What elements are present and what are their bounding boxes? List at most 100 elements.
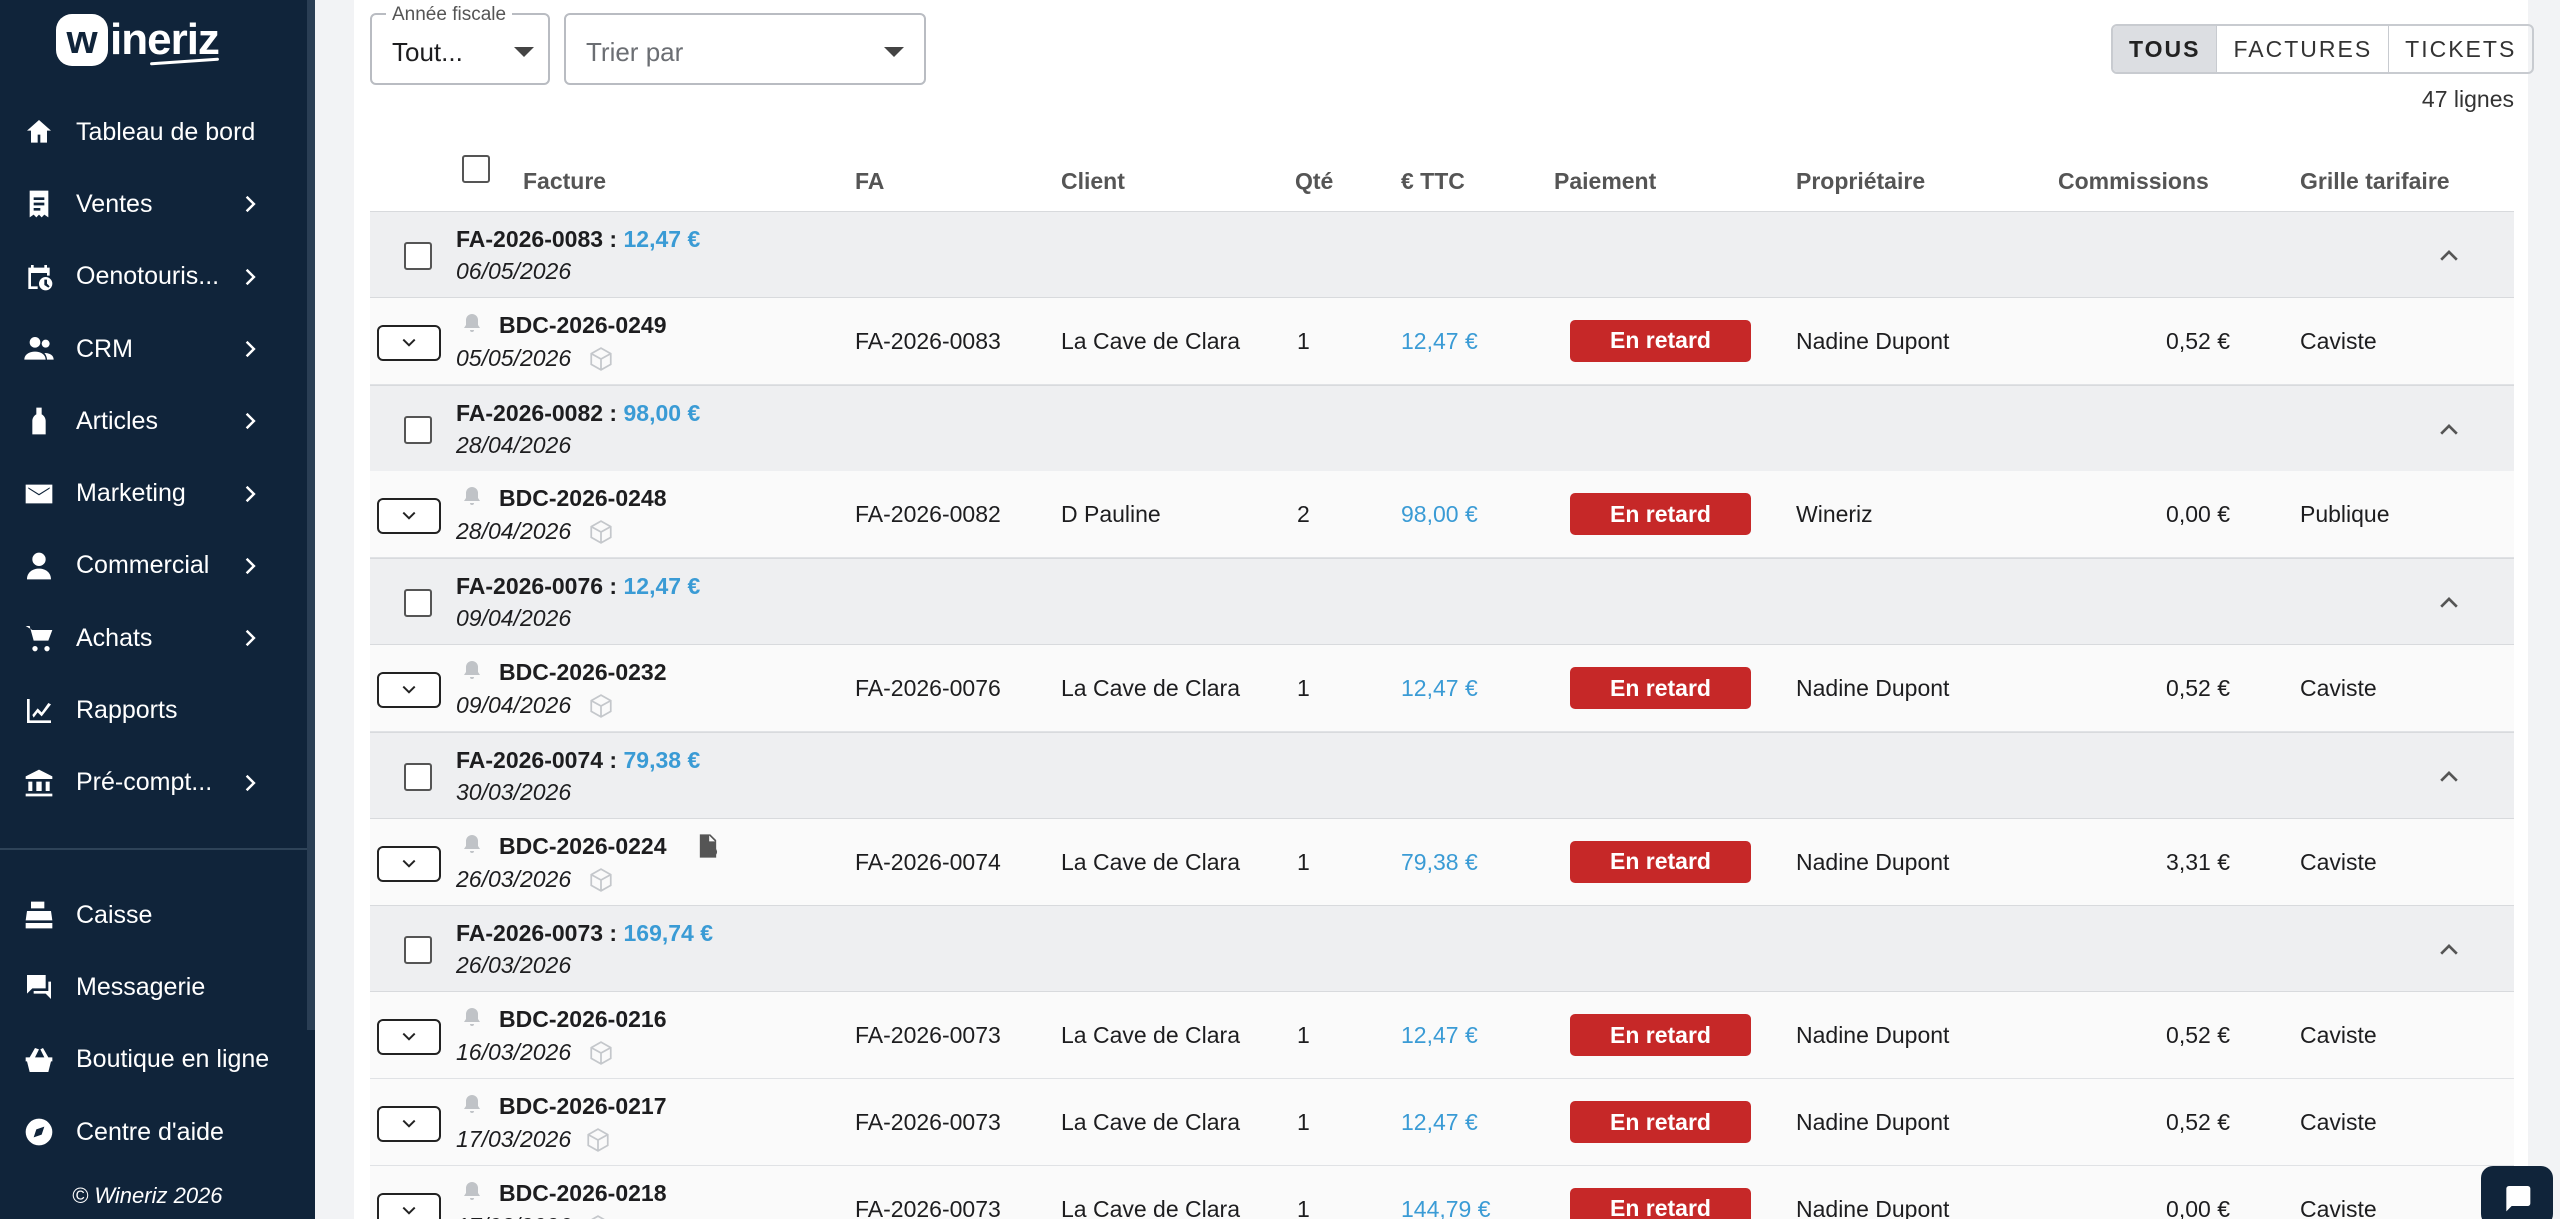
brand-logo[interactable]: w ineriz [56,10,220,70]
sidebar-item-articles[interactable]: Articles [0,385,307,457]
order-ref[interactable]: BDC-2026-0248 [499,485,666,512]
row-checkbox[interactable] [404,589,432,618]
sidebar-item-boutique-en-ligne[interactable]: Boutique en ligne [0,1024,307,1096]
order-ref[interactable]: BDC-2026-0224 [499,833,666,860]
sidebar-item-pre-compt[interactable]: Pré-compt... [0,747,307,819]
chevron-down-icon [402,338,416,347]
select-all-checkbox[interactable] [462,155,490,183]
bell-icon[interactable] [460,312,484,336]
expand-row-button[interactable] [377,1106,441,1142]
fiscal-year-select[interactable]: Année fiscale Tout... [370,4,550,85]
expand-row-button[interactable] [377,1019,441,1056]
table-row[interactable]: BDC-2026-0218 17/03/2026 FA-2026-0073 La… [370,1165,2514,1219]
sidebar-item-crm[interactable]: CRM [0,313,307,385]
register-icon [22,898,56,932]
order-ref[interactable]: BDC-2026-0249 [499,312,666,339]
chat-widget-button[interactable] [2481,1166,2553,1219]
sort-select[interactable]: Trier par [564,13,926,85]
bell-icon[interactable] [460,485,484,509]
sidebar-scrollbar[interactable] [307,0,315,1030]
bell-icon[interactable] [460,1006,484,1030]
bell-icon[interactable] [460,1180,484,1204]
sidebar-item-tableau-de-bord[interactable]: Tableau de bord [0,96,307,168]
calendar-clock-icon [28,264,53,291]
toggle-invoices[interactable]: FACTURES [2217,26,2390,72]
sidebar-item-messagerie[interactable]: Messagerie [0,951,307,1023]
collapse-button[interactable] [2434,414,2464,444]
chevron-right-icon [245,340,256,358]
row-checkbox[interactable] [404,415,432,444]
col-qty[interactable]: Qté [1295,168,1333,195]
table-row[interactable]: BDC-2026-0232 09/04/2026 FA-2026-0076 La… [370,645,2514,732]
collapse-button[interactable] [2434,934,2464,964]
document-icon[interactable] [694,832,722,860]
table-row[interactable]: BDC-2026-0224 26/03/2026 FA-2026-0074 La… [370,818,2514,906]
bell-icon [464,487,480,506]
col-client[interactable]: Client [1061,168,1125,195]
chevron-right-icon [245,485,256,502]
collapse-button[interactable] [2434,240,2464,270]
order-date: 26/03/2026 [456,865,572,892]
table-row[interactable]: BDC-2026-0216 16/03/2026 FA-2026-0073 La… [370,992,2514,1080]
sidebar-item-label: Rapports [76,696,178,725]
sidebar-item-caisse[interactable]: Caisse [0,879,307,951]
bell-icon[interactable] [460,833,484,857]
bell-icon[interactable] [460,659,484,683]
expand-row-button[interactable] [377,1192,441,1219]
bank-icon [25,769,53,797]
cell-client: La Cave de Clara [1061,1195,1240,1219]
order-ref[interactable]: BDC-2026-0232 [499,659,666,686]
cart-icon [22,621,56,655]
expand-row-button[interactable] [377,498,441,535]
order-date: 17/03/2026 [456,1213,571,1219]
expand-row-button[interactable] [377,672,441,708]
row-checkbox[interactable] [404,762,432,791]
toggle-all[interactable]: TOUS [2113,26,2218,72]
col-facture[interactable]: Facture [523,168,606,195]
chevron-up-icon [2440,770,2458,782]
order-ref[interactable]: BDC-2026-0218 [499,1180,666,1207]
expand-row-button[interactable] [377,845,441,882]
invoice-ref[interactable]: FA-2026-0082 [456,400,603,426]
package-icon [585,1214,611,1219]
sidebar-item-centre-d-aide[interactable]: Centre d'aide [0,1096,307,1168]
row-checkbox[interactable] [404,936,432,965]
sidebar-item-commercial[interactable]: Commercial [0,530,307,602]
sidebar-item-oenotouris[interactable]: Oenotouris... [0,241,307,313]
expand-row-button[interactable] [377,324,441,361]
invoice-group-row: FA-2026-0083 : 12,47 € 06/05/2026 [370,211,2514,298]
collapse-button[interactable] [2434,761,2464,791]
package-icon [588,867,614,893]
sidebar-item-ventes[interactable]: Ventes [0,168,307,240]
toggle-tickets[interactable]: TICKETS [2389,26,2532,72]
sidebar-item-marketing[interactable]: Marketing [0,457,307,529]
row-checkbox[interactable] [404,242,432,270]
table-row[interactable]: BDC-2026-0249 05/05/2026 FA-2026-0083 La… [370,297,2514,385]
table-row[interactable]: BDC-2026-0217 17/03/2026 FA-2026-0073 La… [370,1079,2514,1166]
invoice-date: 30/03/2026 [456,778,572,805]
col-ttc[interactable]: € TTC [1401,168,1465,195]
cell-owner: Nadine Dupont [1796,675,1950,701]
invoice-ref[interactable]: FA-2026-0073 [456,920,603,946]
order-ref[interactable]: BDC-2026-0217 [499,1093,666,1120]
col-fa[interactable]: FA [855,168,884,195]
collapse-button[interactable] [2434,587,2464,617]
table-row[interactable]: BDC-2026-0248 28/04/2026 FA-2026-0082 D … [370,471,2514,559]
col-price-grid[interactable]: Grille tarifaire [2300,168,2450,195]
cell-commission: 0,00 € [2166,501,2230,528]
invoice-ref[interactable]: FA-2026-0076 [456,573,603,599]
col-commissions[interactable]: Commissions [2058,168,2209,195]
sidebar-item-rapports[interactable]: Rapports [0,674,307,746]
sidebar-item-achats[interactable]: Achats [0,602,307,674]
col-payment[interactable]: Paiement [1554,168,1656,195]
calendar-clock-icon [22,260,56,294]
invoice-group-row: FA-2026-0073 : 169,74 € 26/03/2026 [370,905,2514,993]
invoice-ref[interactable]: FA-2026-0074 [456,747,603,773]
invoice-ref[interactable]: FA-2026-0083 [456,226,603,252]
invoice-group-row: FA-2026-0082 : 98,00 € 28/04/2026 [370,384,2514,472]
order-ref[interactable]: BDC-2026-0216 [499,1006,666,1033]
cell-owner: Wineriz [1796,501,1873,528]
bell-icon[interactable] [460,1093,484,1117]
col-owner[interactable]: Propriétaire [1796,168,1925,195]
fiscal-year-value: Tout... [392,37,463,67]
